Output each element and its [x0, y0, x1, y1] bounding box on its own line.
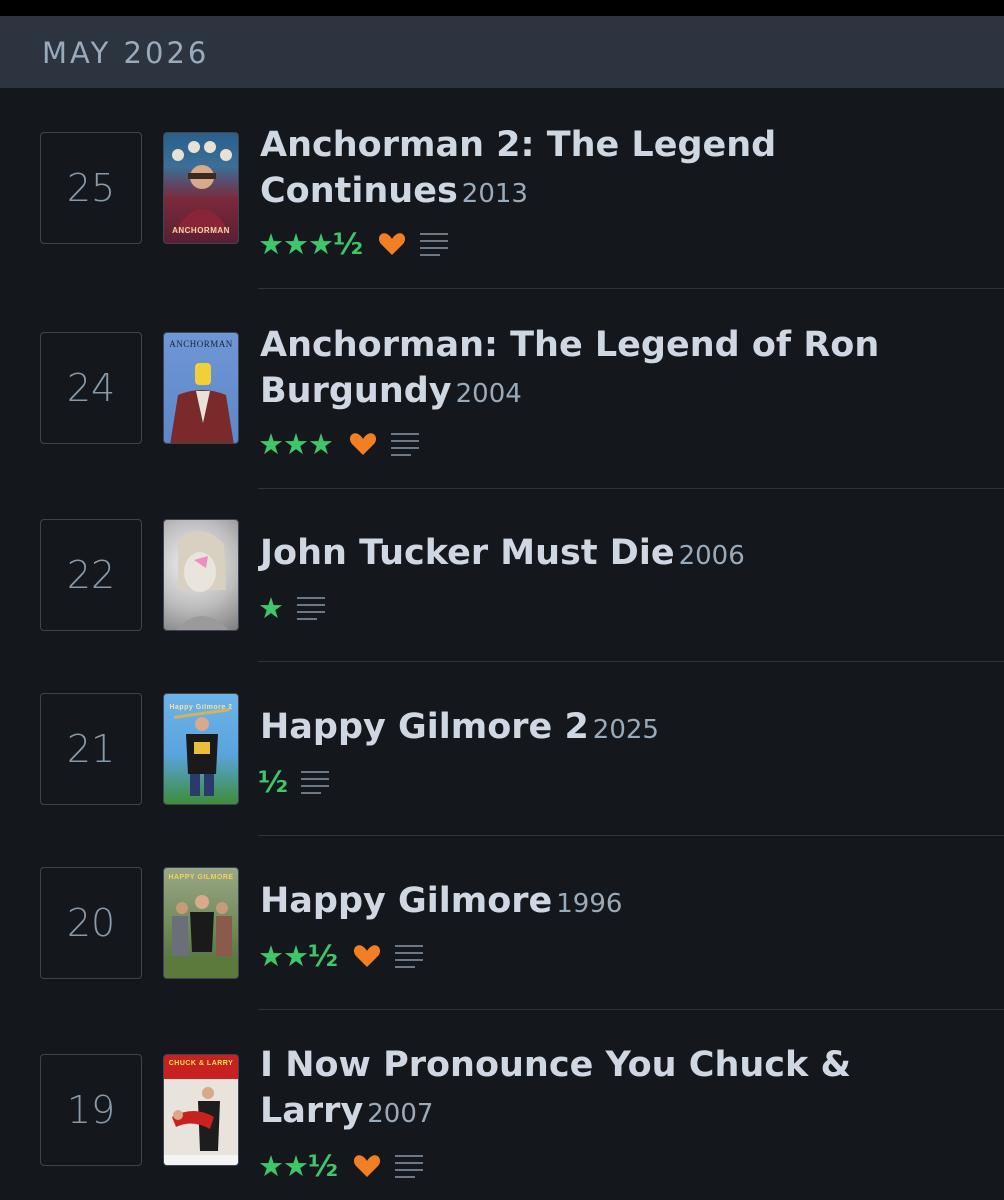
film-title[interactable]: Happy Gilmore 1996 [260, 878, 980, 927]
review-lines-icon[interactable] [297, 595, 325, 621]
film-title-text[interactable]: Happy Gilmore [260, 881, 552, 921]
rating-stars: ½ [258, 765, 288, 799]
film-title-text[interactable]: John Tucker Must Die [260, 533, 675, 573]
film-title-text[interactable]: Happy Gilmore 2 [260, 707, 589, 747]
film-title[interactable]: I Now Pronounce You Chuck & Larry 2007 [260, 1042, 980, 1137]
heart-icon [378, 232, 406, 256]
rating-stars: ★★½ [258, 939, 338, 973]
month-header: MAY 2026 [0, 16, 1004, 88]
heart-icon [353, 944, 381, 968]
entry-meta: ★ [258, 591, 325, 625]
review-lines-icon[interactable] [395, 1153, 424, 1179]
day-box[interactable]: 24 [40, 332, 142, 444]
film-poster[interactable]: Happy Gilmore 2 [163, 693, 239, 805]
film-title[interactable]: Anchorman: The Legend of Ron Burgundy 200… [260, 322, 980, 417]
day-box[interactable]: 19 [40, 1054, 142, 1166]
entry-meta: ★★½ [258, 1149, 424, 1183]
heart-icon [353, 1154, 381, 1178]
entry-meta: ½ [258, 765, 330, 799]
diary-entry[interactable]: 20 HAPPY GILMORE Happy Gilmore 1996 ★★½ [0, 836, 1004, 1010]
entry-meta: ★★½ [258, 939, 424, 973]
review-lines-icon[interactable] [391, 431, 419, 457]
film-poster[interactable]: HAPPY GILMORE [163, 867, 239, 979]
diary-entry[interactable]: 25 ANCHORMAN Anchorman 2: The Legend Con… [0, 90, 1004, 290]
review-lines-icon[interactable] [420, 231, 449, 257]
film-title[interactable]: Happy Gilmore 2 2025 [260, 704, 980, 753]
film-title[interactable]: Anchorman 2: The Legend Continues 2013 [260, 122, 980, 217]
film-poster[interactable]: ANCHORMAN [163, 332, 239, 444]
entry-meta: ★★★½ [258, 227, 449, 261]
film-year[interactable]: 2004 [456, 379, 522, 409]
diary-entry[interactable]: 19 CHUCK & LARRY I Now Pronounce You Chu… [0, 1010, 1004, 1200]
film-poster[interactable] [163, 519, 239, 631]
day-box[interactable]: 25 [40, 132, 142, 244]
review-lines-icon[interactable] [301, 769, 330, 795]
day-box[interactable]: 22 [40, 519, 142, 631]
top-strip [0, 0, 1004, 16]
film-year[interactable]: 2007 [367, 1099, 433, 1129]
divider [258, 488, 1004, 489]
diary-entry[interactable]: 22 John Tucker Must Die 2006 ★ [0, 490, 1004, 662]
poster-title-text: ANCHORMAN [172, 226, 230, 235]
film-year[interactable]: 1996 [556, 889, 622, 919]
day-box[interactable]: 20 [40, 867, 142, 979]
film-title-text[interactable]: I Now Pronounce You Chuck & Larry [260, 1045, 851, 1131]
heart-icon [349, 432, 377, 456]
rating-stars: ★ [258, 591, 284, 625]
divider [258, 288, 1004, 289]
film-year[interactable]: 2025 [593, 715, 659, 745]
entry-meta: ★★★ [258, 427, 419, 461]
diary-entry[interactable]: 21 Happy Gilmore 2 Happy Gilmore 2 2025 ½ [0, 662, 1004, 836]
film-poster[interactable]: CHUCK & LARRY [163, 1054, 239, 1166]
diary-entry[interactable]: 24 ANCHORMAN Anchorman: The Legend of Ro… [0, 290, 1004, 490]
film-year[interactable]: 2006 [679, 541, 745, 571]
film-title[interactable]: John Tucker Must Die 2006 [260, 530, 980, 579]
film-year[interactable]: 2013 [462, 179, 528, 209]
review-lines-icon[interactable] [395, 943, 424, 969]
film-poster[interactable]: ANCHORMAN [163, 132, 239, 244]
rating-stars: ★★★½ [258, 227, 363, 261]
day-box[interactable]: 21 [40, 693, 142, 805]
rating-stars: ★★★ [258, 427, 334, 461]
rating-stars: ★★½ [258, 1149, 338, 1183]
film-title-text[interactable]: Anchorman: The Legend of Ron Burgundy [260, 325, 879, 411]
month-label: MAY 2026 [42, 36, 210, 70]
